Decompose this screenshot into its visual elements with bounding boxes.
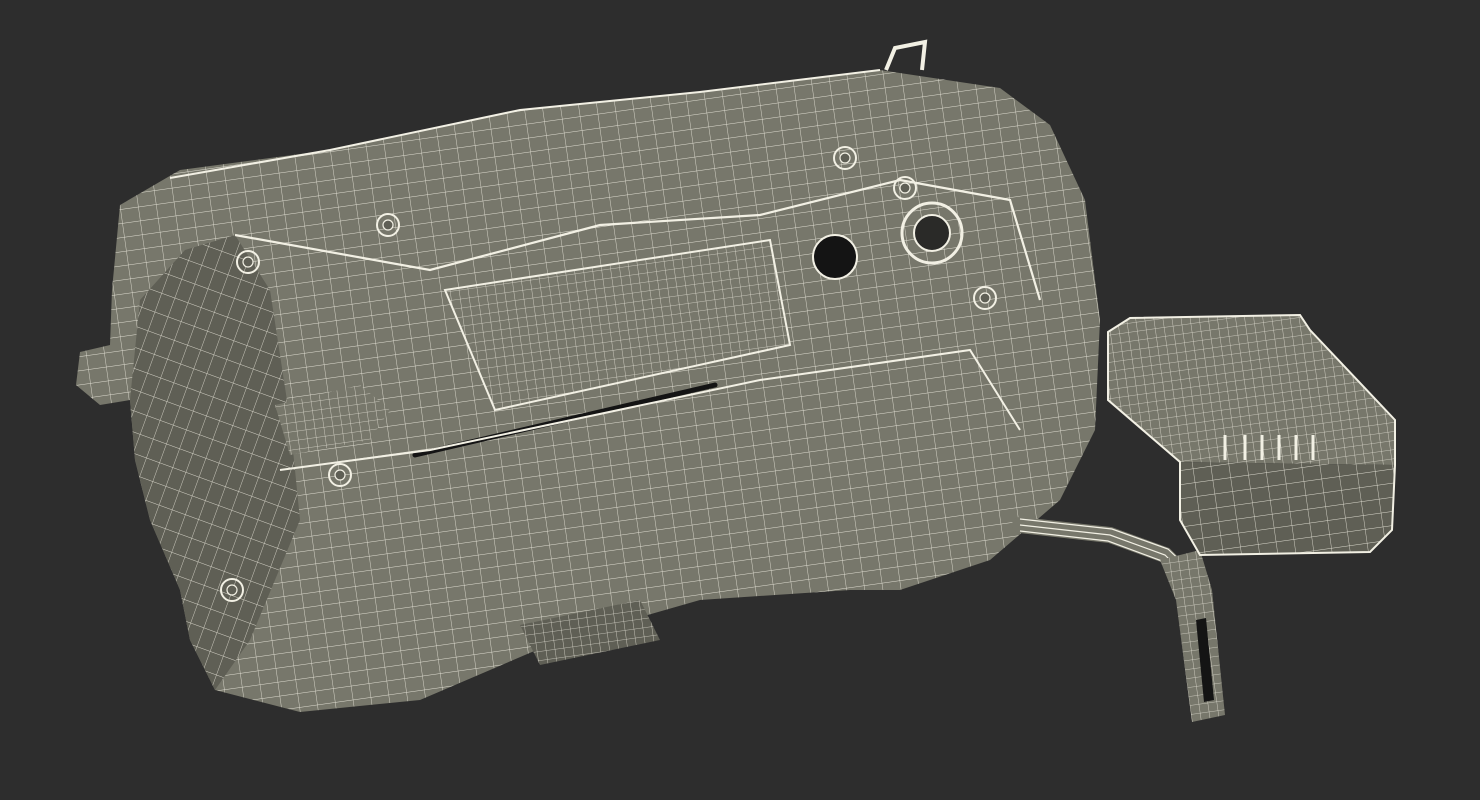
tripod-hole (812, 234, 858, 280)
connector-mesh (1160, 550, 1225, 722)
strap-hook (884, 39, 928, 71)
battery-top-mesh (1108, 315, 1395, 465)
screw-head (899, 182, 911, 194)
battery-pack (1107, 313, 1396, 557)
screw-head (334, 469, 346, 481)
tripod-socket (913, 214, 951, 252)
screw-head (979, 292, 991, 304)
screw-head (242, 256, 254, 268)
battery-side-mesh (1180, 462, 1395, 555)
screw-head (839, 152, 851, 164)
wireframe-render (76, 39, 1396, 722)
cable-connector (1160, 550, 1225, 722)
screw-head (382, 219, 394, 231)
screw-head (226, 584, 238, 596)
cable-path (1012, 517, 1193, 583)
camcorder-body (76, 39, 1100, 712)
render-viewport (0, 0, 1480, 800)
